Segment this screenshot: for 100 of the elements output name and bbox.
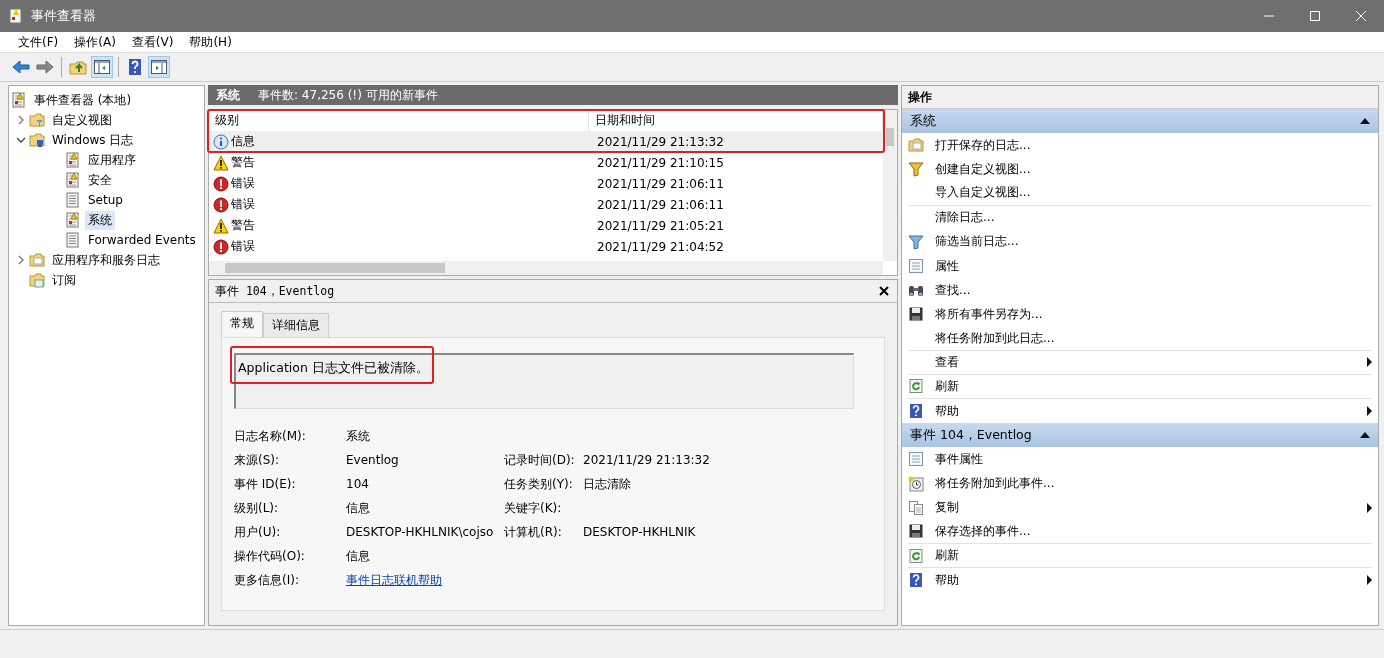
folder-icon	[29, 272, 45, 288]
vertical-scrollbar[interactable]	[883, 110, 897, 261]
action-item[interactable]: 帮助	[908, 399, 1372, 424]
collapse-icon[interactable]	[1360, 118, 1370, 124]
folder-icon	[29, 132, 45, 148]
action-item[interactable]: 复制	[908, 495, 1372, 520]
tab[interactable]: 常规	[221, 311, 263, 337]
field-label: 计算机(R):	[504, 523, 563, 541]
pane-toggle-icon[interactable]	[148, 56, 170, 78]
section-header[interactable]: 事件 104，Eventlog	[902, 423, 1378, 448]
menu-item[interactable]: 帮助(H)	[181, 33, 240, 51]
panel-title: 系统	[216, 86, 240, 104]
action-item[interactable]: 将任务附加到此日志...	[908, 326, 1372, 351]
level-text: 信息	[231, 133, 255, 150]
action-item[interactable]: 查看	[908, 350, 1372, 375]
field-value: 信息	[346, 547, 371, 565]
action-item[interactable]: 导入自定义视图...	[908, 181, 1372, 206]
event-row[interactable]: 警告 2021/11/29 21:05:21	[209, 215, 883, 236]
error-icon	[213, 175, 229, 192]
table-cell-text: 2021/11/29 21:06:11	[596, 197, 725, 212]
collapse-icon[interactable]	[1360, 432, 1370, 439]
submenu-arrow-icon	[1367, 357, 1372, 368]
log-icon	[65, 232, 81, 248]
field-value: DESKTOP-HKHLNIK	[583, 524, 697, 541]
log-icon	[65, 172, 81, 188]
info-icon	[213, 133, 229, 150]
submenu-arrow-icon	[1367, 502, 1372, 513]
level-text: 错误	[231, 175, 255, 192]
tree-item[interactable]: 应用程序和服务日志	[49, 250, 163, 270]
tree-item[interactable]: 订阅	[49, 270, 79, 290]
section-header[interactable]: 系统	[902, 109, 1378, 133]
action-item[interactable]: 帮助	[908, 568, 1372, 593]
close-icon[interactable]	[879, 286, 889, 296]
field-label: 事件 ID(E):	[234, 475, 297, 493]
action-item[interactable]: 创建自定义视图...	[908, 157, 1372, 182]
tree-item[interactable]: 系统	[85, 210, 115, 230]
field-value: 系统	[346, 427, 371, 445]
copy-icon	[908, 499, 924, 516]
field-value: Eventlog	[346, 452, 400, 469]
field-label: 操作代码(O):	[234, 547, 306, 565]
log-icon	[65, 152, 81, 168]
tree-item[interactable]: 安全	[85, 170, 115, 190]
help-link[interactable]: 事件日志联机帮助	[346, 571, 442, 589]
action-item[interactable]: 筛选当前日志...	[908, 229, 1372, 254]
log-icon	[65, 192, 81, 208]
action-item[interactable]: 属性	[908, 253, 1372, 279]
pane-toggle-icon[interactable]	[91, 56, 113, 78]
menu-item[interactable]: 文件(F)	[10, 33, 67, 51]
action-item[interactable]: 刷新	[908, 544, 1372, 569]
maximize-icon[interactable]	[1310, 11, 1320, 21]
submenu-arrow-icon	[1367, 406, 1372, 417]
action-item[interactable]: 刷新	[908, 374, 1372, 400]
field-label: 日志名称(M):	[234, 427, 307, 445]
table-cell-text: 2021/11/29 21:10:15	[596, 155, 725, 170]
action-item[interactable]: 查找...	[908, 278, 1372, 303]
refresh-icon	[908, 547, 924, 564]
event-row[interactable]: 错误 2021/11/29 21:04:52	[209, 236, 883, 257]
submenu-arrow-icon	[1367, 575, 1372, 586]
table-cell-text: 2021/11/29 21:04:52	[596, 239, 725, 254]
tree-item[interactable]: 自定义视图	[49, 110, 115, 130]
field-value: 日志清除	[583, 475, 632, 493]
properties-icon	[908, 258, 924, 275]
field-label: 来源(S):	[234, 451, 281, 469]
menu-item[interactable]: 查看(V)	[123, 33, 182, 51]
refresh-icon	[908, 378, 924, 395]
help-icon	[908, 403, 924, 420]
horizontal-scrollbar[interactable]	[209, 261, 883, 275]
event-count: 事件数: 47,256 (!) 可用的新事件	[258, 86, 438, 104]
window-title: 事件查看器	[31, 7, 97, 25]
detail-title: 事件 104，Eventlog	[215, 283, 335, 299]
warning-icon	[213, 217, 229, 234]
field-value: DESKTOP-HKHLNIK\cojso	[346, 524, 495, 541]
tree-item[interactable]: Forwarded Events	[85, 232, 199, 248]
error-icon	[213, 196, 229, 213]
action-item[interactable]: 事件属性	[908, 447, 1372, 472]
funnel-icon	[908, 233, 924, 250]
event-row[interactable]: 信息 2021/11/29 21:13:32	[209, 131, 883, 152]
tab[interactable]: 详细信息	[263, 313, 329, 337]
clock-icon	[908, 475, 924, 492]
action-item[interactable]: 将任务附加到此事件...	[908, 471, 1372, 496]
log-icon	[65, 212, 81, 228]
action-item[interactable]: 清除日志...	[908, 205, 1372, 230]
warning-icon	[213, 154, 229, 171]
log-icon	[11, 92, 27, 108]
tree-item[interactable]: 事件查看器 (本地)	[31, 90, 135, 110]
field-label: 用户(U):	[234, 523, 282, 541]
action-item[interactable]: 将所有事件另存为...	[908, 302, 1372, 327]
event-row[interactable]: 错误 2021/11/29 21:06:11	[209, 173, 883, 194]
properties-icon	[908, 451, 924, 468]
action-item[interactable]: 保存选择的事件...	[908, 519, 1372, 544]
menu-item[interactable]: 操作(A)	[66, 33, 124, 51]
field-label: 关键字(K):	[504, 499, 563, 517]
error-icon	[213, 238, 229, 255]
event-row[interactable]: 警告 2021/11/29 21:10:15	[209, 152, 883, 173]
tree-item[interactable]: 应用程序	[85, 150, 139, 170]
field-label: 记录时间(D):	[504, 451, 576, 469]
tree-item[interactable]: Windows 日志	[49, 130, 137, 150]
event-row[interactable]: 错误 2021/11/29 21:06:11	[209, 194, 883, 215]
tree-item[interactable]: Setup	[85, 192, 126, 208]
action-item[interactable]: 打开保存的日志...	[908, 133, 1372, 158]
